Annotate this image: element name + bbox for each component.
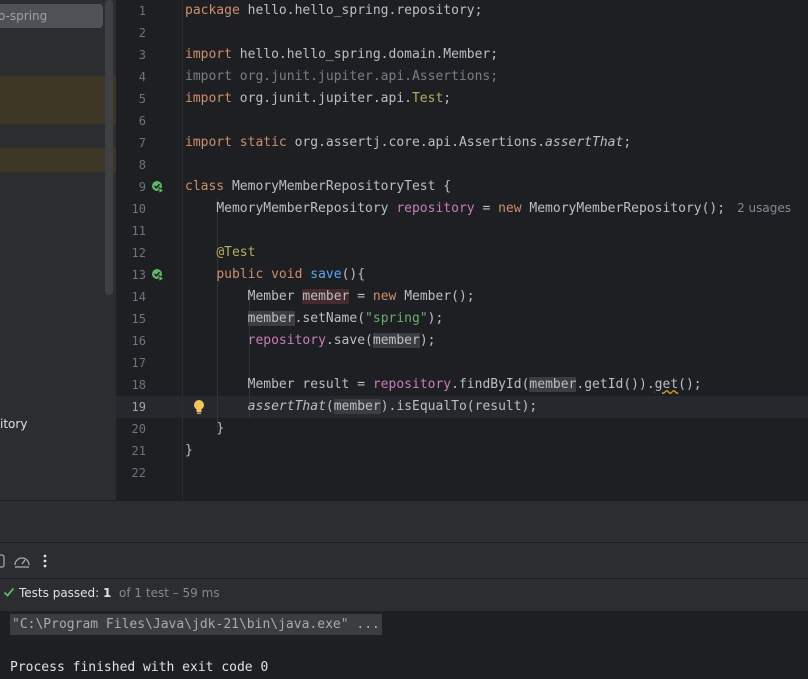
- line-number: 13: [131, 268, 146, 282]
- line-number: 8: [138, 158, 146, 172]
- gutter-separator: [182, 0, 183, 500]
- line-number: 22: [131, 466, 146, 480]
- code-line: @Test: [216, 245, 256, 260]
- line-number: 10: [131, 202, 146, 216]
- line-number: 11: [131, 224, 146, 238]
- test-status-bar: Tests passed: 1 of 1 test – 59 ms: [0, 578, 808, 611]
- project-sidebar: o-spring itory: [0, 0, 116, 500]
- panel-splitter[interactable]: [0, 500, 808, 543]
- line-number: 16: [131, 334, 146, 348]
- line-number: 2: [138, 26, 146, 40]
- code-line: member.setName("spring");: [247, 311, 444, 326]
- console-command-line[interactable]: "C:\Program Files\Java\jdk-21\bin\java.e…: [10, 614, 382, 635]
- line-number: 18: [131, 378, 146, 392]
- line-number: 20: [131, 422, 146, 436]
- toolbar-icon-partial[interactable]: [0, 554, 6, 568]
- code-line: MemoryMemberRepository repository = new …: [216, 201, 791, 216]
- project-search-text: o-spring: [0, 9, 48, 23]
- code-line: class MemoryMemberRepositoryTest {: [185, 179, 452, 194]
- sidebar-scrollbar[interactable]: [105, 0, 113, 295]
- test-status-text: Tests passed: 1 of 1 test – 59 ms: [19, 586, 220, 600]
- project-search-field[interactable]: o-spring: [0, 4, 103, 28]
- code-line: Member result = repository.findById(memb…: [247, 377, 702, 392]
- code-line: import org.junit.jupiter.api.Test;: [185, 91, 452, 106]
- line-number: 9: [138, 180, 146, 194]
- check-icon: [3, 587, 15, 597]
- sidebar-item-repository[interactable]: itory: [0, 417, 27, 431]
- line-number: 7: [138, 136, 146, 150]
- console-exit-message: Process finished with exit code 0: [10, 660, 269, 675]
- code-line-current: assertThat(member).isEqualTo(result);: [247, 399, 538, 414]
- run-test-class-icon[interactable]: [151, 180, 165, 194]
- code-line: import hello.hello_spring.domain.Member;: [185, 47, 499, 62]
- line-number: 17: [131, 356, 146, 370]
- line-number: 1: [138, 4, 146, 18]
- code-editor[interactable]: 1 2 3 4 5 6 7 8 9 10 11 12 13 14 15 16 1…: [116, 0, 808, 500]
- code-line: }: [185, 443, 193, 458]
- editor-gutter: 1 2 3 4 5 6 7 8 9 10 11 12 13 14 15 16 1…: [116, 0, 204, 500]
- gauge-icon[interactable]: [13, 554, 31, 570]
- line-number: 3: [138, 48, 146, 62]
- line-number: 12: [131, 246, 146, 260]
- sidebar-highlight-row[interactable]: [0, 148, 116, 172]
- line-number: 14: [131, 290, 146, 304]
- sidebar-highlight-row[interactable]: [0, 76, 116, 124]
- tests-passed-count: 1: [103, 586, 112, 600]
- code-line: import org.junit.jupiter.api.Assertions;: [185, 69, 499, 84]
- line-number: 6: [138, 114, 146, 128]
- test-toolbar: [0, 542, 808, 579]
- line-number: 21: [131, 444, 146, 458]
- code-line: }: [216, 421, 225, 436]
- line-number: 19: [131, 400, 146, 414]
- code-line: import static org.assertj.core.api.Asser…: [185, 135, 632, 150]
- code-line: public void save(){: [216, 267, 366, 282]
- usages-hint[interactable]: 2 usages: [737, 201, 791, 215]
- line-number: 15: [131, 312, 146, 326]
- line-number: 4: [138, 70, 146, 84]
- line-number: 5: [138, 92, 146, 106]
- code-line: package hello.hello_spring.repository;: [185, 3, 483, 18]
- test-status-detail: of 1 test – 59 ms: [119, 586, 220, 600]
- run-test-method-icon[interactable]: [151, 268, 165, 282]
- code-line: Member member = new Member();: [247, 289, 475, 304]
- code-line: repository.save(member);: [247, 333, 436, 348]
- more-vertical-icon[interactable]: [42, 553, 48, 569]
